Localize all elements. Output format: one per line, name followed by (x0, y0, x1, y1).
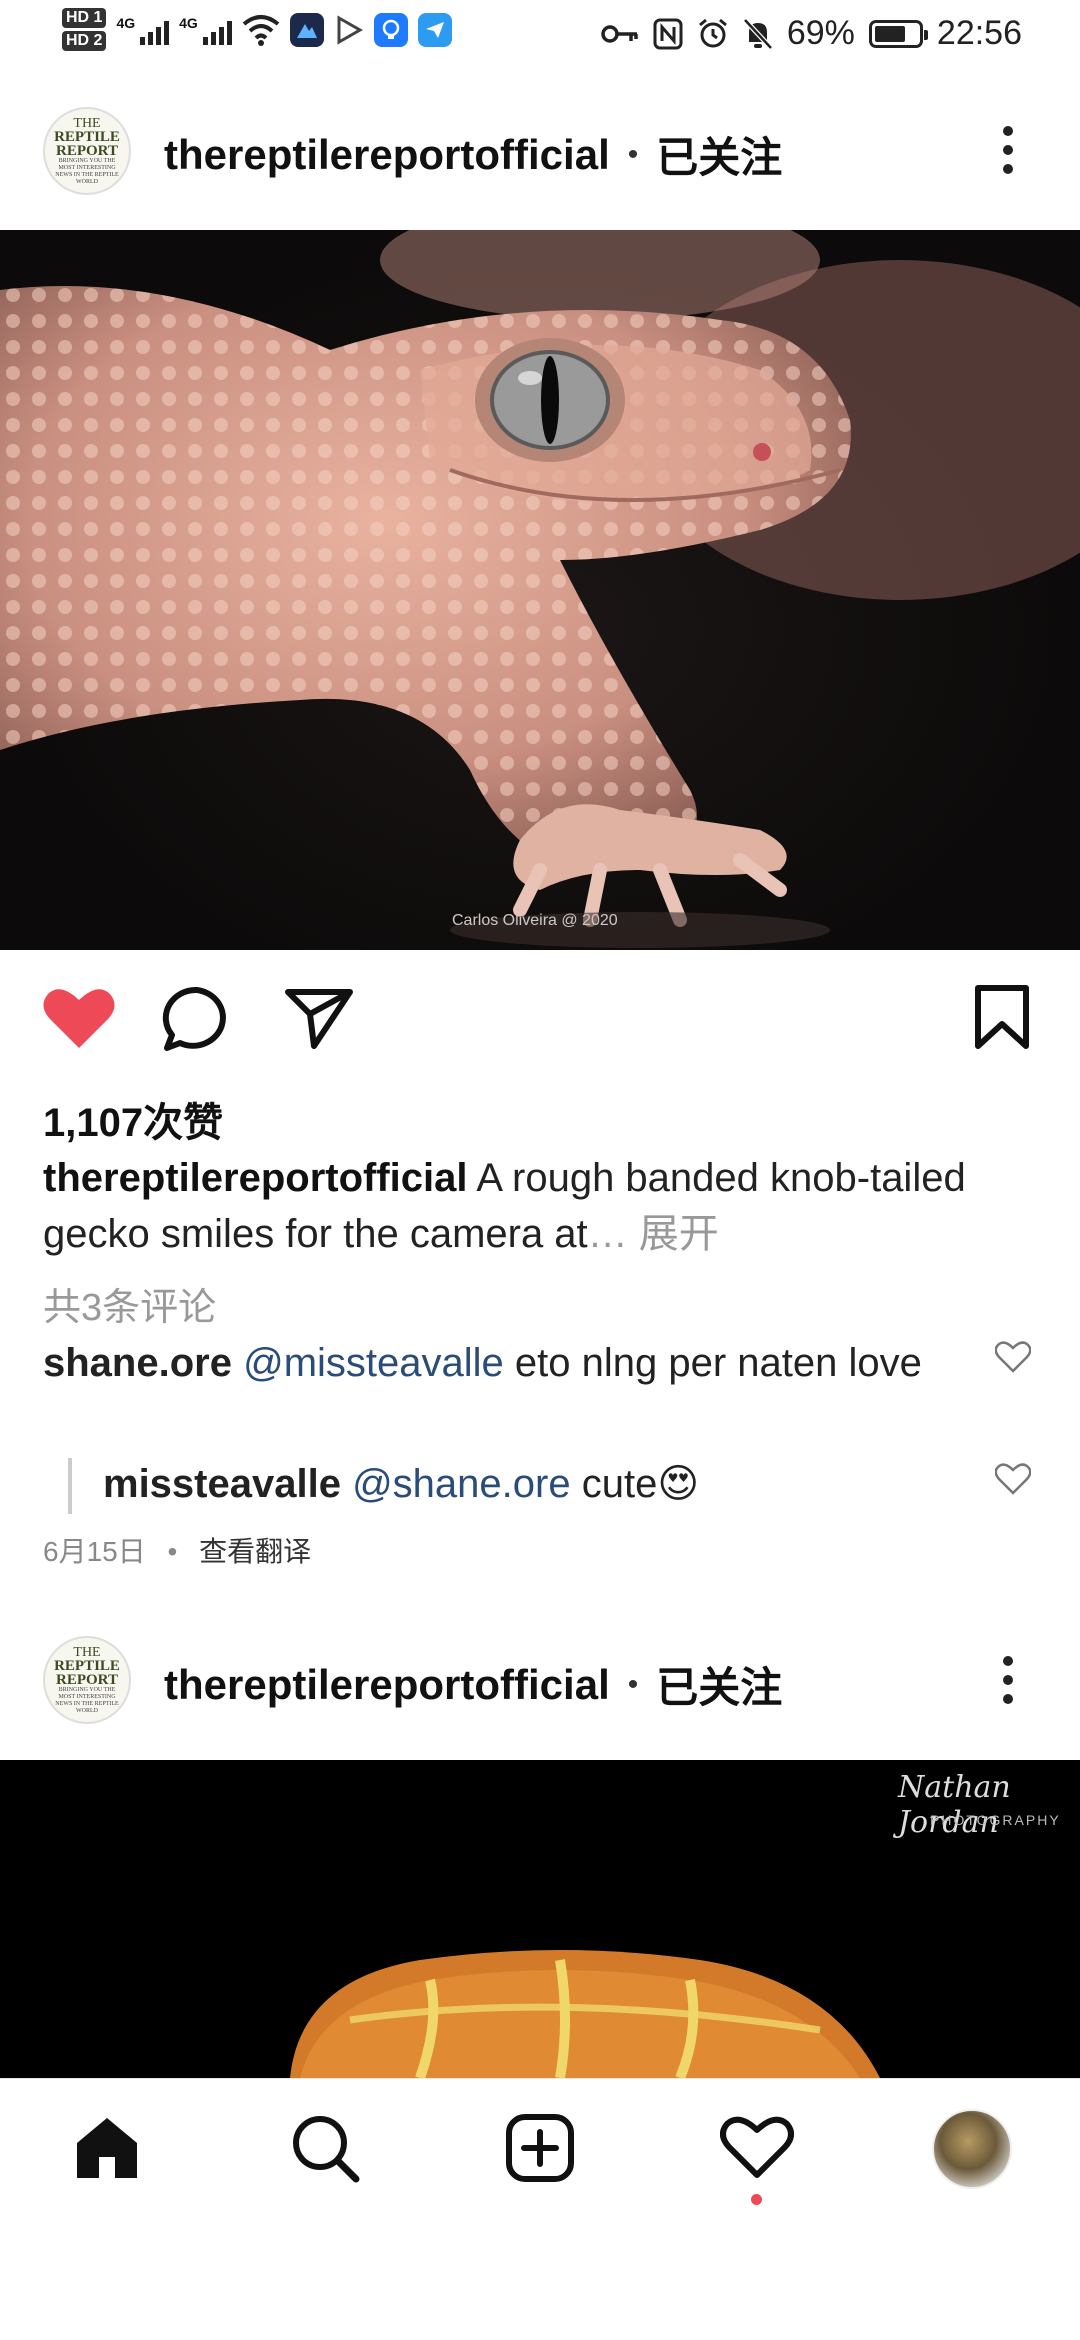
caption-expand-link[interactable]: … 展开 (588, 1212, 719, 1256)
view-all-comments-link[interactable]: 共3条评论 (43, 1276, 216, 1331)
post-header: thereptilereportofficial • 已关注 (164, 124, 782, 185)
gecko-photo (0, 230, 1080, 948)
post2-author-username[interactable]: thereptilereportofficial (164, 1661, 610, 1709)
nfc-icon (653, 18, 683, 49)
reply-username[interactable]: missteavalle (103, 1462, 341, 1506)
app-notification-icon-1 (289, 12, 324, 47)
clock: 22:56 (936, 14, 1022, 52)
post-date: 6月15日 (43, 1536, 146, 1567)
comment-icon[interactable] (162, 986, 232, 1052)
comment-like-heart-icon[interactable] (995, 1340, 1031, 1374)
activity-notification-dot (751, 2194, 762, 2205)
sim2-hd-badge: HD 2 (62, 31, 107, 51)
watermark-signature: Nathan Jordan (898, 1770, 1011, 1840)
home-icon[interactable] (72, 2113, 142, 2183)
activity-heart-icon[interactable] (720, 2113, 794, 2179)
post-author-avatar[interactable]: THE REPTILE REPORT BRINGING YOU THE MOST… (43, 107, 131, 195)
status-bar: HD 1 HD 2 4G 4G 69% 22:56 (0, 0, 1080, 80)
reply-like-heart-icon[interactable] (995, 1462, 1031, 1496)
comment-username[interactable]: shane.ore (43, 1341, 232, 1385)
post2-header-separator: • (627, 1667, 639, 1701)
key-icon (601, 24, 638, 43)
app-notification-icon-2 (373, 12, 408, 47)
profile-avatar[interactable] (932, 2109, 1012, 2189)
post2-more-options-icon[interactable] (1003, 1656, 1013, 1704)
new-post-icon[interactable] (505, 2113, 575, 2183)
post-caption: thereptilereportofficial A rough banded … (43, 1150, 1043, 1262)
sim1-hd-badge: HD 1 (62, 8, 107, 28)
signal-1-icon: 4G (116, 15, 170, 45)
reply-text: cute😍 (570, 1462, 700, 1506)
comment-text: eto nlng per naten love (503, 1341, 922, 1385)
caption-username[interactable]: thereptilereportofficial (43, 1156, 468, 1200)
alarm-icon (698, 18, 727, 47)
like-count[interactable]: 1,107次赞 (43, 1090, 223, 1148)
battery-icon (868, 19, 928, 48)
comment-mention[interactable]: @missteavalle (243, 1341, 504, 1385)
play-store-icon (337, 14, 363, 45)
post2-header: thereptilereportofficial • 已关注 (164, 1654, 782, 1715)
post-author-username[interactable]: thereptilereportofficial (164, 131, 610, 179)
comment-item: shane.ore @missteavalle eto nlng per nat… (43, 1336, 943, 1391)
follow-status[interactable]: 已关注 (656, 124, 782, 185)
like-heart-icon[interactable] (42, 984, 116, 1050)
post2-author-avatar[interactable]: THE REPTILE REPORT BRINGING YOU THE MOST… (43, 1636, 131, 1724)
status-right: 69% 22:56 (601, 14, 1022, 53)
header-separator: • (627, 137, 639, 171)
photo-credit: Carlos Oliveira @ 2020 (452, 912, 618, 929)
date-separator: • (167, 1536, 178, 1567)
mute-bell-icon (743, 17, 773, 50)
system-nav-area (0, 2220, 1080, 2340)
see-translation-link[interactable]: 查看翻译 (199, 1536, 311, 1567)
post2-image[interactable]: Nathan Jordan PHOTOGRAPHY (0, 1760, 1080, 2078)
post2-follow-status[interactable]: 已关注 (656, 1654, 782, 1715)
reply-thread-line (68, 1458, 72, 1514)
bottom-tab-bar (0, 2078, 1080, 2221)
reply-mention[interactable]: @shane.ore (352, 1462, 571, 1506)
post-actions (0, 980, 1080, 1060)
share-send-icon[interactable] (284, 986, 354, 1050)
status-left: HD 1 HD 2 4G 4G (62, 8, 452, 51)
post-date-row: 6月15日 • 查看翻译 (43, 1530, 311, 1570)
save-bookmark-icon[interactable] (974, 984, 1030, 1050)
search-icon[interactable] (290, 2113, 360, 2183)
more-options-icon[interactable] (1003, 126, 1013, 174)
post-image[interactable]: Carlos Oliveira @ 2020 (0, 230, 1080, 950)
app-notification-icon-3 (417, 12, 452, 47)
battery-percent: 69% (786, 14, 855, 52)
wifi-icon (242, 14, 280, 46)
signal-2-icon: 4G (179, 15, 232, 45)
reply-item: missteavalle @shane.ore cute😍 (103, 1457, 963, 1512)
watermark-subtitle: PHOTOGRAPHY (930, 1812, 1061, 1828)
